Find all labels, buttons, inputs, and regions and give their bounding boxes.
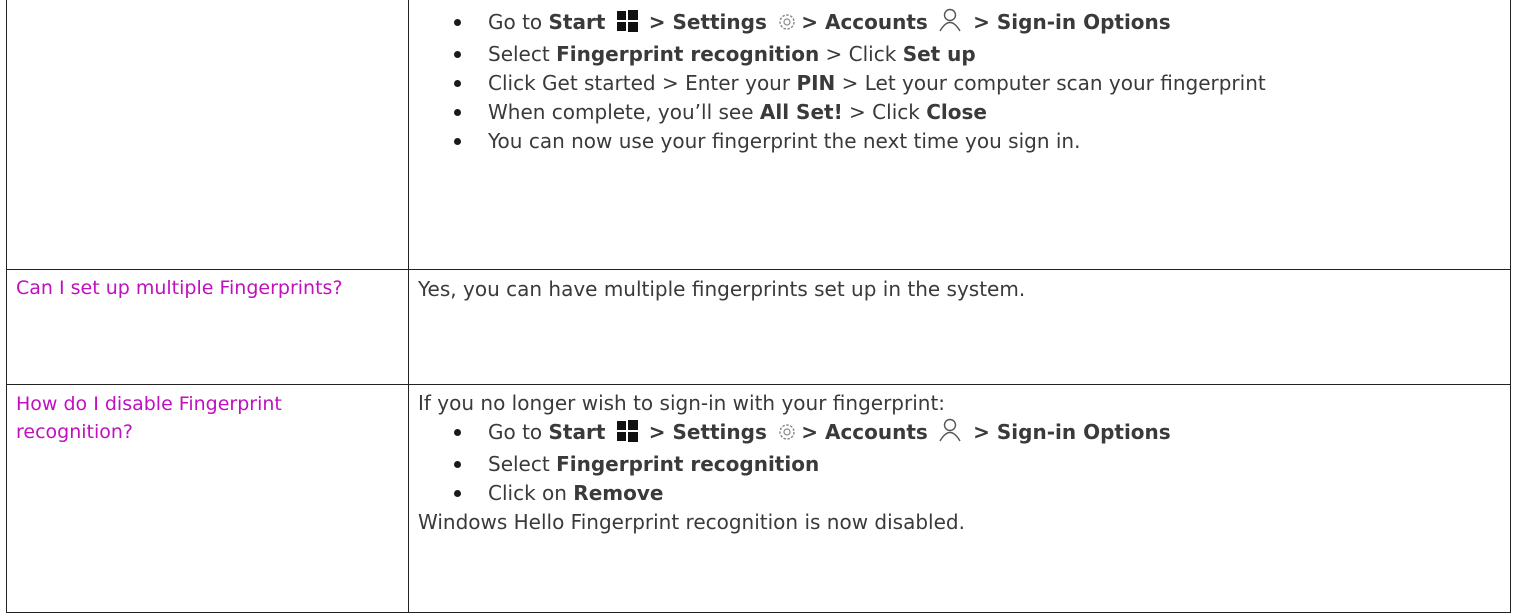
list-item: You can now use your fingerprint the nex… bbox=[452, 127, 1498, 156]
gear-icon bbox=[777, 421, 797, 450]
list-item: Select Fingerprint recognition bbox=[452, 450, 1498, 479]
answer-cell-disable: If you no longer wish to sign-in with yo… bbox=[418, 389, 1498, 537]
list-item: Click on Remove bbox=[452, 479, 1498, 508]
faq-table: Go to Start > Settings > Accounts > Sign… bbox=[6, 0, 1511, 613]
setup-steps-list: Go to Start > Settings > Accounts > Sign… bbox=[418, 8, 1498, 156]
list-item: When complete, you’ll see All Set! > Cli… bbox=[452, 98, 1498, 127]
row-divider bbox=[7, 269, 1510, 270]
question-cell-disable: How do I disable Fingerprint recognition… bbox=[16, 393, 282, 443]
answer-cell-multiple: Yes, you can have multiple fingerprints … bbox=[418, 277, 1026, 301]
list-item: Go to Start > Settings > Accounts > Sign… bbox=[452, 8, 1498, 40]
list-item: Select Fingerprint recognition > Click S… bbox=[452, 40, 1498, 69]
windows-start-icon bbox=[616, 10, 638, 40]
column-divider bbox=[408, 0, 409, 612]
answer-cell-setup: Go to Start > Settings > Accounts > Sign… bbox=[418, 8, 1498, 156]
list-item: Click Get started > Enter your PIN > Let… bbox=[452, 69, 1448, 98]
windows-start-icon bbox=[616, 420, 638, 450]
row-divider bbox=[7, 384, 1510, 385]
person-icon bbox=[938, 418, 962, 450]
question-cell-multiple: Can I set up multiple Fingerprints? bbox=[16, 277, 343, 299]
person-icon bbox=[938, 8, 962, 40]
list-item: Go to Start > Settings > Accounts > Sign… bbox=[452, 418, 1498, 450]
disable-steps-list: Go to Start > Settings > Accounts > Sign… bbox=[418, 418, 1498, 508]
gear-icon bbox=[777, 11, 797, 40]
